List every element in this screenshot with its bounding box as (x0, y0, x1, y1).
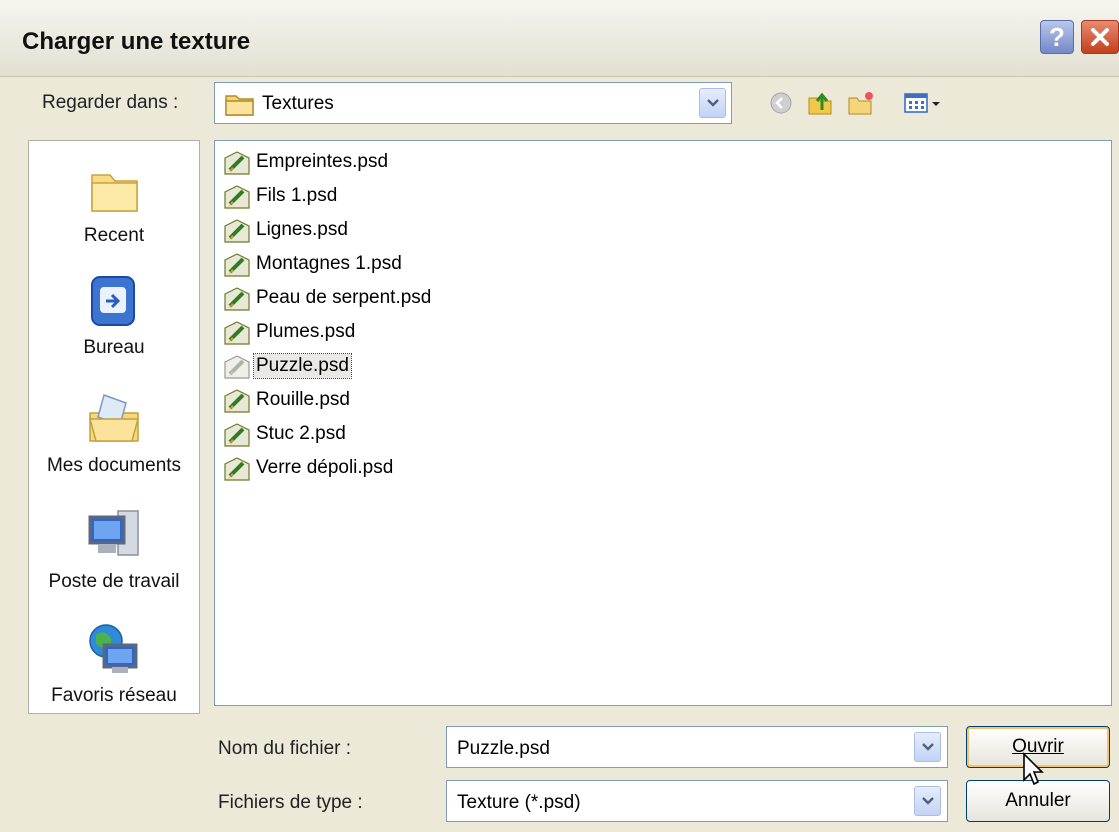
close-button[interactable] (1081, 20, 1119, 54)
chevron-down-icon (921, 797, 934, 805)
help-icon: ? (1049, 21, 1065, 52)
file-name-dropdown-button[interactable] (914, 732, 941, 762)
psd-file-icon (224, 321, 250, 345)
psd-file-icon (224, 253, 250, 277)
desktop-icon (91, 276, 135, 326)
list-item[interactable]: Plumes.psd (221, 317, 357, 347)
list-item[interactable]: Fils 1.psd (221, 181, 339, 211)
psd-file-icon (224, 185, 250, 209)
recent-folder-icon (91, 174, 138, 212)
new-folder-button[interactable] (846, 89, 876, 117)
look-in-label: Regarder dans : (42, 92, 179, 113)
place-label: Mes documents (46, 455, 182, 476)
chevron-down-icon (706, 99, 719, 107)
psd-file-icon (224, 287, 250, 311)
list-item[interactable]: Peau de serpent.psd (221, 283, 433, 313)
psd-file-icon (224, 389, 250, 413)
file-name: Rouille.psd (256, 389, 350, 410)
psd-file-icon (224, 219, 250, 243)
back-icon (770, 92, 792, 114)
look-in-dropdown-button[interactable] (699, 88, 726, 118)
file-name-combobox[interactable]: Puzzle.psd (446, 726, 948, 768)
look-in-combobox[interactable]: Textures (214, 82, 732, 124)
list-item[interactable]: Stuc 2.psd (221, 419, 348, 449)
place-my-documents[interactable]: Mes documents (29, 389, 199, 477)
up-folder-icon (808, 92, 832, 115)
list-item[interactable]: Rouille.psd (221, 385, 352, 415)
file-name: Peau de serpent.psd (256, 287, 432, 308)
mouse-cursor-icon (1023, 752, 1044, 786)
place-my-computer[interactable]: Poste de travail (29, 505, 199, 593)
up-folder-button[interactable] (806, 89, 836, 117)
place-label: Poste de travail (48, 571, 180, 592)
close-icon (1091, 28, 1109, 46)
window-title: Charger une texture (22, 28, 251, 55)
file-type-value: Texture (*.psd) (457, 792, 581, 813)
cancel-button-label: Annuler (1005, 790, 1071, 811)
psd-file-icon (224, 151, 250, 175)
title-bar: Charger une texture ? (0, 0, 1119, 77)
psd-file-icon (224, 457, 250, 481)
file-name: Montagnes 1.psd (256, 253, 402, 274)
view-menu-icon (904, 93, 940, 113)
file-name: Stuc 2.psd (256, 423, 346, 444)
list-item[interactable]: Montagnes 1.psd (221, 249, 404, 279)
file-list[interactable]: Empreintes.psd Fils 1.psd Lignes.psd Mon… (214, 140, 1112, 706)
chevron-down-icon (921, 743, 934, 751)
place-label: Favoris réseau (51, 685, 177, 706)
look-in-value: Textures (262, 93, 334, 114)
back-button[interactable] (766, 89, 796, 117)
file-name: Fils 1.psd (256, 185, 338, 206)
file-name: Puzzle.psd (253, 353, 352, 379)
folder-icon (225, 95, 254, 116)
place-desktop[interactable]: Bureau (29, 271, 199, 359)
file-name: Empreintes.psd (256, 151, 389, 172)
file-type-label: Fichiers de type : (218, 792, 363, 813)
places-bar: Recent Bureau Mes documents Poste de tra… (28, 140, 200, 714)
new-folder-icon (848, 92, 873, 115)
file-name-input[interactable]: Puzzle.psd (457, 738, 550, 760)
list-item[interactable]: Verre dépoli.psd (221, 453, 395, 483)
place-label: Bureau (83, 337, 145, 358)
psd-file-icon (224, 355, 250, 379)
file-name: Plumes.psd (256, 321, 356, 342)
place-network[interactable]: Favoris réseau (29, 619, 199, 707)
place-label: Recent (83, 225, 145, 246)
my-computer-icon (88, 510, 139, 556)
place-recent[interactable]: Recent (29, 159, 199, 247)
help-button[interactable]: ? (1040, 20, 1074, 54)
my-documents-icon (89, 394, 139, 442)
file-name: Lignes.psd (256, 219, 348, 240)
network-places-icon (89, 624, 138, 673)
list-item[interactable]: Empreintes.psd (221, 147, 390, 177)
file-name-label: Nom du fichier : (218, 738, 352, 759)
file-type-dropdown-button[interactable] (914, 786, 941, 816)
view-menu-button[interactable] (902, 89, 946, 117)
psd-file-icon (224, 423, 250, 447)
list-item-selected[interactable]: Puzzle.psd (221, 351, 352, 381)
file-name: Verre dépoli.psd (256, 457, 394, 478)
file-type-combobox[interactable]: Texture (*.psd) (446, 780, 948, 822)
list-item[interactable]: Lignes.psd (221, 215, 350, 245)
